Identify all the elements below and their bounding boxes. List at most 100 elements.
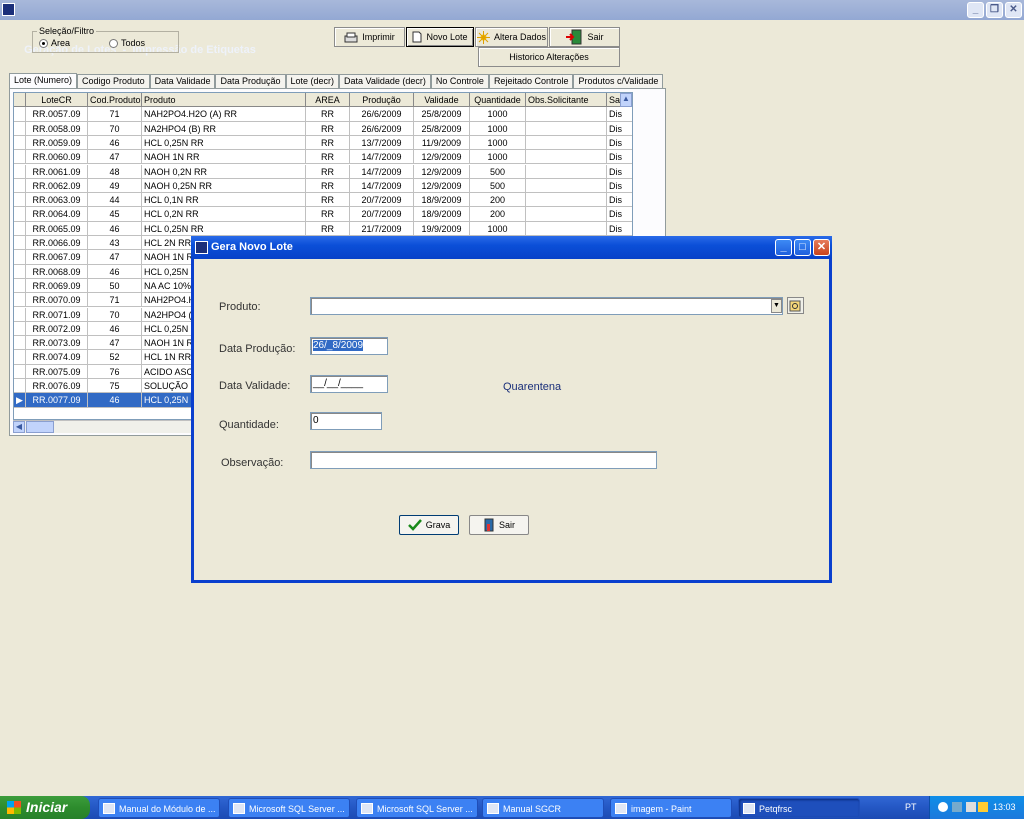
produto-dropdown-arrow[interactable]: ▼ xyxy=(771,299,782,313)
dialog-sair-button[interactable]: Sair xyxy=(469,515,529,535)
row-indicator[interactable] xyxy=(14,293,26,308)
column-header[interactable]: LoteCR xyxy=(26,93,88,107)
row-indicator[interactable] xyxy=(14,350,26,365)
row-indicator[interactable] xyxy=(14,379,26,393)
grid-hscrollbar[interactable]: ◀ xyxy=(13,420,193,433)
window-titlebar: Geração de Lotes - Impressão de Etiqueta… xyxy=(0,0,1024,56)
tab-6[interactable]: No Controle xyxy=(430,74,489,89)
radio-todos-dot[interactable] xyxy=(109,38,118,48)
row-indicator[interactable] xyxy=(14,321,26,336)
row-indicator[interactable] xyxy=(14,307,26,322)
row-indicator[interactable] xyxy=(14,264,26,279)
tab-1[interactable]: Codigo Produto xyxy=(77,74,150,89)
volume-icon[interactable] xyxy=(966,802,976,812)
table-row[interactable]: RR.0065.09 46 HCL 0,25N RR RR 21/7/2009 19/9/… xyxy=(14,221,632,236)
column-header[interactable]: Quantidade xyxy=(470,93,526,107)
produto-combo[interactable]: ▼ xyxy=(310,297,783,315)
scroll-left-arrow[interactable]: ◀ xyxy=(13,421,25,433)
table-row[interactable]: RR.0061.09 48 NAOH 0,2N RR RR 14/7/2009 12/9/… xyxy=(14,164,632,179)
taskbar-item[interactable]: Microsoft SQL Server ... xyxy=(356,798,478,818)
row-indicator[interactable] xyxy=(14,121,26,136)
close-button[interactable]: ✕ xyxy=(1005,2,1022,18)
row-indicator[interactable] xyxy=(14,278,26,293)
minimize-button[interactable]: _ xyxy=(967,2,984,18)
table-row[interactable]: RR.0058.09 70 NA2HPO4 (B) RR RR 26/6/2009 25/… xyxy=(14,121,632,136)
table-row[interactable]: RR.0063.09 44 HCL 0,1N RR RR 20/7/2009 18/9/2… xyxy=(14,193,632,208)
table-row[interactable]: RR.0057.09 71 NAH2PO4.H2O (A) RR RR 26/6/200… xyxy=(14,107,632,122)
column-header[interactable]: Validade xyxy=(414,93,470,107)
column-header[interactable]: Produção xyxy=(350,93,414,107)
language-indicator[interactable]: PT xyxy=(905,796,917,819)
grava-button[interactable]: Grava xyxy=(399,515,459,535)
column-header[interactable]: AREA xyxy=(306,93,350,107)
dialog-close-button[interactable]: ✕ xyxy=(813,239,830,256)
row-indicator[interactable] xyxy=(14,250,26,265)
quantidade-field[interactable]: 0 xyxy=(310,412,382,430)
dialog-maximize-button[interactable]: □ xyxy=(794,239,811,256)
row-indicator[interactable] xyxy=(14,135,26,150)
network-icon[interactable] xyxy=(952,802,962,812)
grid-header-row[interactable]: LoteCR Cod.Produto Produto AREA Produção Vali… xyxy=(14,93,632,108)
row-indicator[interactable]: ▶ xyxy=(14,393,26,408)
row-indicator[interactable] xyxy=(14,107,26,122)
altera-dados-button[interactable]: Altera Dados xyxy=(475,27,548,47)
grid-cell xyxy=(526,107,607,122)
tab-2[interactable]: Data Validade xyxy=(149,74,216,89)
radio-todos[interactable]: Todos xyxy=(109,38,145,48)
scroll-thumb[interactable] xyxy=(26,421,54,433)
taskbar-item[interactable]: Petqfrsc xyxy=(738,798,860,818)
table-row[interactable]: RR.0064.09 45 HCL 0,2N RR RR 20/7/2009 18/9/2… xyxy=(14,207,632,222)
data-validade-field[interactable]: __/__/____ xyxy=(310,375,388,393)
tab-3[interactable]: Data Produção xyxy=(215,74,286,89)
observacao-label: Observação: xyxy=(221,457,284,469)
start-button[interactable]: Iniciar xyxy=(0,796,90,819)
security-icon[interactable] xyxy=(978,802,988,812)
taskbar-item[interactable]: imagem - Paint xyxy=(610,798,732,818)
row-indicator[interactable] xyxy=(14,221,26,236)
novo-lote-button[interactable]: Novo Lote xyxy=(406,27,474,47)
table-row[interactable]: RR.0060.09 47 NAOH 1N RR RR 14/7/2009 12/9/20… xyxy=(14,150,632,165)
row-indicator[interactable] xyxy=(14,178,26,193)
sparkle-icon xyxy=(476,30,490,44)
produto-lookup-button[interactable] xyxy=(787,297,804,314)
taskbar-item[interactable]: Manual do Módulo de ... xyxy=(98,798,220,818)
grid-cell: 1000 xyxy=(470,121,526,136)
grid-scroll-up[interactable]: ▲ xyxy=(620,93,632,107)
data-producao-field[interactable]: 26/_8/2009 xyxy=(310,337,388,355)
historico-button[interactable]: Historico Alterações xyxy=(478,47,620,67)
radio-area-dot[interactable] xyxy=(39,38,48,48)
row-indicator[interactable] xyxy=(14,150,26,165)
tab-7[interactable]: Rejeitado Controle xyxy=(488,74,574,89)
row-indicator[interactable] xyxy=(14,164,26,179)
tab-5[interactable]: Data Validade (decr) xyxy=(339,74,431,89)
table-row[interactable]: RR.0059.09 46 HCL 0,25N RR RR 13/7/2009 11/9/… xyxy=(14,135,632,151)
observacao-field[interactable] xyxy=(310,451,657,469)
row-indicator[interactable] xyxy=(14,207,26,222)
column-header[interactable]: Cod.Produto xyxy=(88,93,142,107)
grid-cell: 26/6/2009 xyxy=(350,121,414,136)
radio-area[interactable]: Area xyxy=(39,38,70,48)
row-indicator[interactable] xyxy=(14,93,26,107)
column-header[interactable]: Obs.Solicitante xyxy=(526,93,607,107)
column-header[interactable]: Produto xyxy=(142,93,306,107)
grid-cell: Dis xyxy=(607,193,632,207)
row-indicator[interactable] xyxy=(14,364,26,379)
taskbar-item[interactable]: Manual SGCR xyxy=(482,798,604,818)
taskbar-app-icon xyxy=(615,803,627,814)
row-indicator[interactable] xyxy=(14,336,26,351)
table-row[interactable]: RR.0062.09 49 NAOH 0,25N RR RR 14/7/2009 12/9… xyxy=(14,178,632,194)
grid-cell: 71 xyxy=(88,107,142,122)
taskbar-item[interactable]: Microsoft SQL Server ... xyxy=(228,798,350,818)
tab-8[interactable]: Produtos c/Validade xyxy=(573,74,664,89)
sair-button[interactable]: Sair xyxy=(549,27,620,47)
row-indicator[interactable] xyxy=(14,236,26,250)
grid-cell: Dis xyxy=(607,122,632,136)
dialog-minimize-button[interactable]: _ xyxy=(775,239,792,256)
row-indicator[interactable] xyxy=(14,193,26,208)
tab-4[interactable]: Lote (decr) xyxy=(285,74,340,89)
grid-cell: 1000 xyxy=(470,107,526,122)
tray-chevron-icon[interactable] xyxy=(938,802,948,812)
tab-0[interactable]: Lote (Numero) xyxy=(9,73,78,89)
restore-button[interactable]: ❐ xyxy=(986,2,1003,18)
imprimir-button[interactable]: Imprimir xyxy=(334,27,405,47)
